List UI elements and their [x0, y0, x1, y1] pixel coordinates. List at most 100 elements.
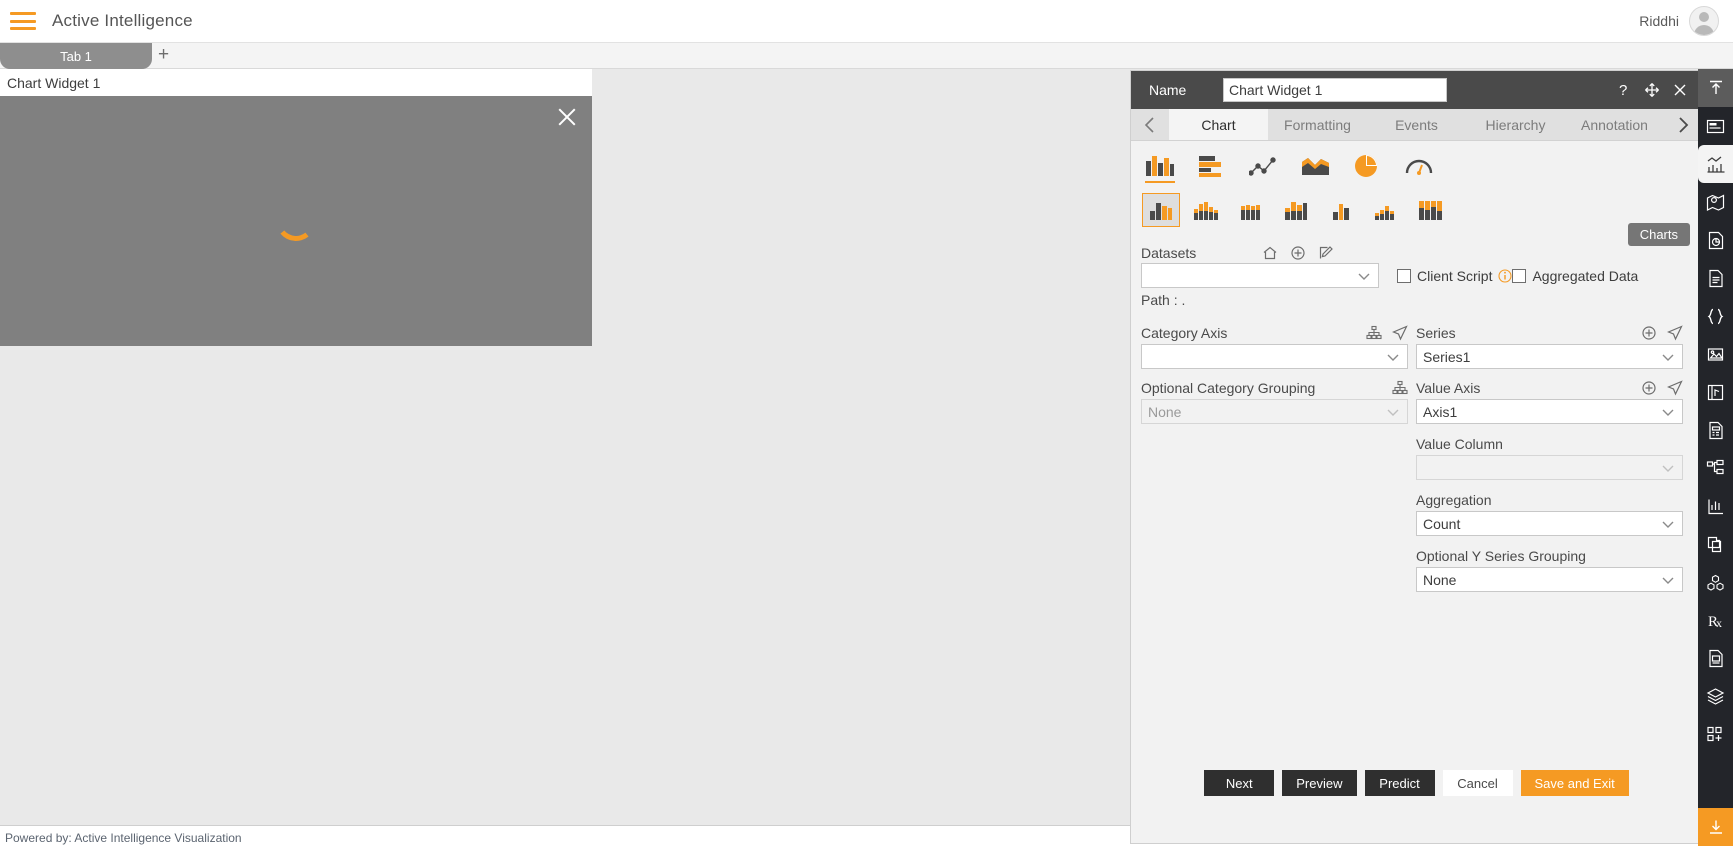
move-icon[interactable] [1644, 82, 1660, 98]
scatter-line-chart-icon[interactable] [1249, 153, 1279, 179]
predict-button[interactable]: Predict [1364, 770, 1435, 796]
navigate-icon[interactable] [1667, 325, 1683, 341]
help-icon[interactable]: ? [1616, 82, 1632, 98]
value-axis-value: Axis1 [1423, 403, 1458, 420]
chevron-down-icon [1660, 516, 1676, 532]
chart-type-row [1141, 147, 1692, 185]
tab-label: Tab 1 [60, 48, 92, 64]
navigate-icon[interactable] [1667, 380, 1683, 396]
media-panel-icon[interactable] [1698, 373, 1733, 411]
edit-icon[interactable] [1318, 245, 1334, 261]
tabs-next-button[interactable] [1664, 109, 1702, 140]
aggregated-data-checkbox[interactable] [1512, 268, 1527, 283]
optional-category-grouping-header: Optional Category Grouping [1141, 377, 1408, 399]
next-button[interactable]: Next [1204, 770, 1275, 796]
tab-hierarchy[interactable]: Hierarchy [1466, 109, 1565, 140]
range-column-icon[interactable] [1322, 193, 1360, 227]
aggregation-value: Count [1423, 515, 1461, 532]
pie-chart-icon[interactable] [1353, 153, 1383, 179]
chart-widget[interactable]: Chart Widget 1 [0, 69, 592, 359]
clustered-column-icon[interactable] [1142, 193, 1180, 227]
aggregation-label: Aggregation [1416, 492, 1492, 508]
preview-button[interactable]: Preview [1282, 770, 1357, 796]
close-icon[interactable] [1672, 82, 1688, 98]
layers-icon[interactable] [1698, 677, 1733, 715]
value-axis-select[interactable]: Axis1 [1416, 399, 1683, 424]
home-icon[interactable] [1262, 245, 1278, 261]
optional-category-grouping-value: None [1148, 403, 1182, 420]
hierarchy-icon[interactable] [1366, 325, 1382, 341]
tab-annotation[interactable]: Annotation [1565, 109, 1664, 140]
info-icon[interactable] [1498, 268, 1513, 283]
charts-button[interactable]: Charts [1627, 223, 1690, 246]
tab-label: Events [1395, 116, 1438, 133]
image-icon[interactable] [1698, 335, 1733, 373]
waterfall-column-icon[interactable] [1367, 193, 1405, 227]
tab-events[interactable]: Events [1367, 109, 1466, 140]
chart-icon[interactable] [1698, 145, 1733, 183]
add-widget-icon[interactable] [1698, 715, 1733, 753]
tabs-prev-button[interactable] [1131, 109, 1169, 140]
right-rail: Rx [1698, 69, 1733, 846]
download-icon[interactable] [1698, 808, 1733, 846]
full-stacked-column-icon[interactable] [1232, 193, 1270, 227]
column-chart-icon[interactable] [1145, 153, 1175, 183]
copy-page-icon[interactable] [1698, 525, 1733, 563]
add-icon[interactable] [1641, 380, 1657, 396]
optional-y-series-grouping-header: Optional Y Series Grouping [1416, 545, 1683, 567]
datasets-actions [1262, 245, 1334, 261]
container-icon[interactable] [1698, 107, 1733, 145]
tab-formatting[interactable]: Formatting [1268, 109, 1367, 140]
series-header: Series [1416, 322, 1683, 344]
save-and-exit-button[interactable]: Save and Exit [1520, 770, 1629, 796]
category-axis-select[interactable] [1141, 344, 1408, 369]
add-tab-button[interactable]: + [158, 45, 169, 65]
close-icon[interactable] [556, 106, 578, 128]
datasets-select[interactable] [1141, 263, 1379, 288]
list-doc-icon[interactable] [1698, 639, 1733, 677]
panel-header-icons: ? [1616, 82, 1694, 98]
value-column-select[interactable] [1416, 455, 1683, 480]
cubes-icon[interactable] [1698, 563, 1733, 601]
collapse-up-icon[interactable] [1698, 69, 1733, 107]
add-icon[interactable] [1641, 325, 1657, 341]
stats-icon[interactable] [1698, 487, 1733, 525]
widget-body [0, 96, 592, 346]
svg-text:?: ? [1619, 82, 1627, 98]
optional-y-series-grouping-select[interactable]: None [1416, 567, 1683, 592]
optional-y-series-grouping-value: None [1423, 571, 1457, 588]
series-value: Series1 [1423, 348, 1471, 365]
navigate-icon[interactable] [1392, 325, 1408, 341]
series-select[interactable]: Series1 [1416, 344, 1683, 369]
properties-panel: Name ? [1130, 70, 1703, 844]
document-icon[interactable] [1698, 259, 1733, 297]
rx-icon[interactable]: Rx [1698, 601, 1733, 639]
braces-icon[interactable] [1698, 297, 1733, 335]
tree-icon[interactable] [1698, 449, 1733, 487]
aggregated-data-label: Aggregated Data [1532, 267, 1639, 284]
bar-chart-icon[interactable] [1197, 153, 1227, 179]
hamburger-icon[interactable] [10, 12, 36, 30]
report-pie-icon[interactable] [1698, 221, 1733, 259]
area-chart-icon[interactable] [1301, 153, 1331, 179]
tab-chart[interactable]: Chart [1169, 109, 1268, 140]
calc-doc-icon[interactable] [1698, 411, 1733, 449]
map-icon[interactable] [1698, 183, 1733, 221]
gauge-chart-icon[interactable] [1405, 153, 1435, 179]
hierarchy-icon[interactable] [1392, 380, 1408, 396]
tab-label: Hierarchy [1485, 116, 1546, 133]
aggregation-select[interactable]: Count [1416, 511, 1683, 536]
widget-name-input[interactable] [1223, 78, 1447, 102]
stacked-column-icon[interactable] [1187, 193, 1225, 227]
panel-tabs: Chart Formatting Events Hierarchy Annota… [1131, 109, 1702, 141]
chevron-down-icon [1660, 404, 1676, 420]
overlapped-column-icon[interactable] [1277, 193, 1315, 227]
avatar[interactable] [1689, 6, 1719, 36]
sidebar-item-tab-1[interactable]: Tab 1 [0, 43, 152, 69]
client-script-checkbox[interactable] [1397, 268, 1411, 283]
histogram-column-icon[interactable] [1412, 193, 1450, 227]
add-icon[interactable] [1290, 245, 1306, 261]
cancel-button[interactable]: Cancel [1442, 770, 1513, 796]
svg-text:x: x [1716, 616, 1722, 630]
optional-category-grouping-select[interactable]: None [1141, 399, 1408, 424]
